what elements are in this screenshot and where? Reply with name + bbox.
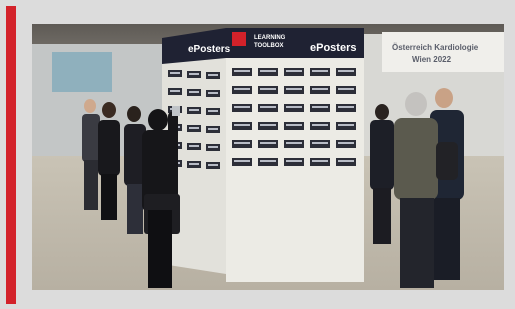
center-brand-line-2: TOOLBOX	[254, 43, 284, 49]
visitor-head	[102, 102, 116, 118]
poster-thumbnail-caption	[312, 70, 328, 72]
visitor-head	[375, 104, 389, 120]
brand-logo-mark	[232, 32, 246, 46]
poster-thumbnail-caption	[260, 70, 276, 72]
poster-thumbnail-caption	[234, 106, 250, 108]
visitor-body	[98, 120, 120, 176]
foreground-visitor-legs	[148, 210, 172, 288]
poster-thumbnail-caption	[170, 72, 180, 74]
visitor-head	[84, 99, 96, 113]
poster-thumbnail-caption	[208, 146, 218, 148]
poster-thumbnail-caption	[338, 88, 354, 90]
poster-thumbnail-caption	[189, 109, 199, 111]
left-brand-label: ePosters	[188, 44, 231, 55]
poster-thumbnail-caption	[312, 160, 328, 162]
poster-thumbnail-caption	[208, 128, 218, 130]
visitor-body	[82, 114, 100, 162]
foreground-visitor-head	[405, 92, 427, 116]
poster-thumbnail-caption	[208, 164, 218, 166]
visitor-head	[127, 106, 141, 122]
conference-photo: Österreich Kardiologie Wien 2022 ePoster…	[32, 24, 504, 290]
poster-thumbnail-caption	[208, 110, 218, 112]
poster-thumbnail-caption	[338, 106, 354, 108]
visitor-legs	[127, 184, 143, 234]
visitor-legs	[101, 174, 117, 220]
poster-thumbnail-caption	[286, 142, 302, 144]
poster-thumbnail-caption	[312, 124, 328, 126]
visitor-legs	[84, 160, 98, 210]
poster-thumbnail-caption	[234, 88, 250, 90]
poster-thumbnail-caption	[338, 160, 354, 162]
banner-line-2: Wien 2022	[412, 55, 452, 64]
image-frame: Österreich Kardiologie Wien 2022 ePoster…	[0, 0, 515, 309]
poster-thumbnail-caption	[260, 88, 276, 90]
poster-thumbnail-caption	[189, 73, 199, 75]
visitor-head	[435, 88, 453, 108]
poster-thumbnail-caption	[260, 142, 276, 144]
poster-thumbnail-caption	[234, 160, 250, 162]
poster-thumbnail-caption	[312, 106, 328, 108]
foreground-visitor-head	[148, 109, 168, 131]
poster-thumbnail-caption	[286, 106, 302, 108]
poster-thumbnail-caption	[338, 70, 354, 72]
poster-thumbnail-caption	[208, 74, 218, 76]
backpack	[436, 142, 458, 180]
poster-thumbnail-caption	[208, 92, 218, 94]
visitor-legs	[434, 198, 460, 280]
phone-icon	[172, 106, 180, 116]
poster-thumbnail-caption	[286, 88, 302, 90]
poster-thumbnail-caption	[286, 160, 302, 162]
poster-thumbnail-caption	[312, 88, 328, 90]
poster-thumbnail-caption	[338, 142, 354, 144]
poster-thumbnail-caption	[234, 70, 250, 72]
poster-thumbnail-caption	[189, 91, 199, 93]
poster-pillar: ePosters LEARNING TOOLBOX ePosters	[162, 28, 364, 282]
poster-thumbnail-caption	[260, 160, 276, 162]
foreground-visitor-arm	[168, 112, 178, 148]
banner-line-1: Österreich Kardiologie	[392, 43, 479, 52]
poster-thumbnail-caption	[338, 124, 354, 126]
poster-thumbnail-caption	[260, 124, 276, 126]
poster-thumbnail-caption	[234, 124, 250, 126]
poster-thumbnail-caption	[286, 70, 302, 72]
foreground-visitor-legs	[400, 198, 434, 288]
visitor-legs	[373, 188, 391, 244]
poster-thumbnail-caption	[189, 127, 199, 129]
center-brand-line-1: LEARNING	[254, 35, 286, 41]
poster-thumbnail-caption	[170, 90, 180, 92]
poster-thumbnail-caption	[234, 142, 250, 144]
red-accent-bar	[6, 6, 16, 304]
poster-thumbnail-caption	[189, 145, 199, 147]
photo-scene: Österreich Kardiologie Wien 2022 ePoster…	[32, 24, 504, 290]
poster-thumbnail-caption	[260, 106, 276, 108]
visitor-body	[370, 120, 394, 190]
right-brand-label: ePosters	[310, 42, 356, 54]
right-banner	[382, 32, 504, 72]
foreground-visitor-body	[394, 118, 438, 200]
left-window	[52, 52, 112, 92]
poster-thumbnail-caption	[189, 163, 199, 165]
poster-thumbnail-caption	[286, 124, 302, 126]
poster-thumbnail-caption	[312, 142, 328, 144]
